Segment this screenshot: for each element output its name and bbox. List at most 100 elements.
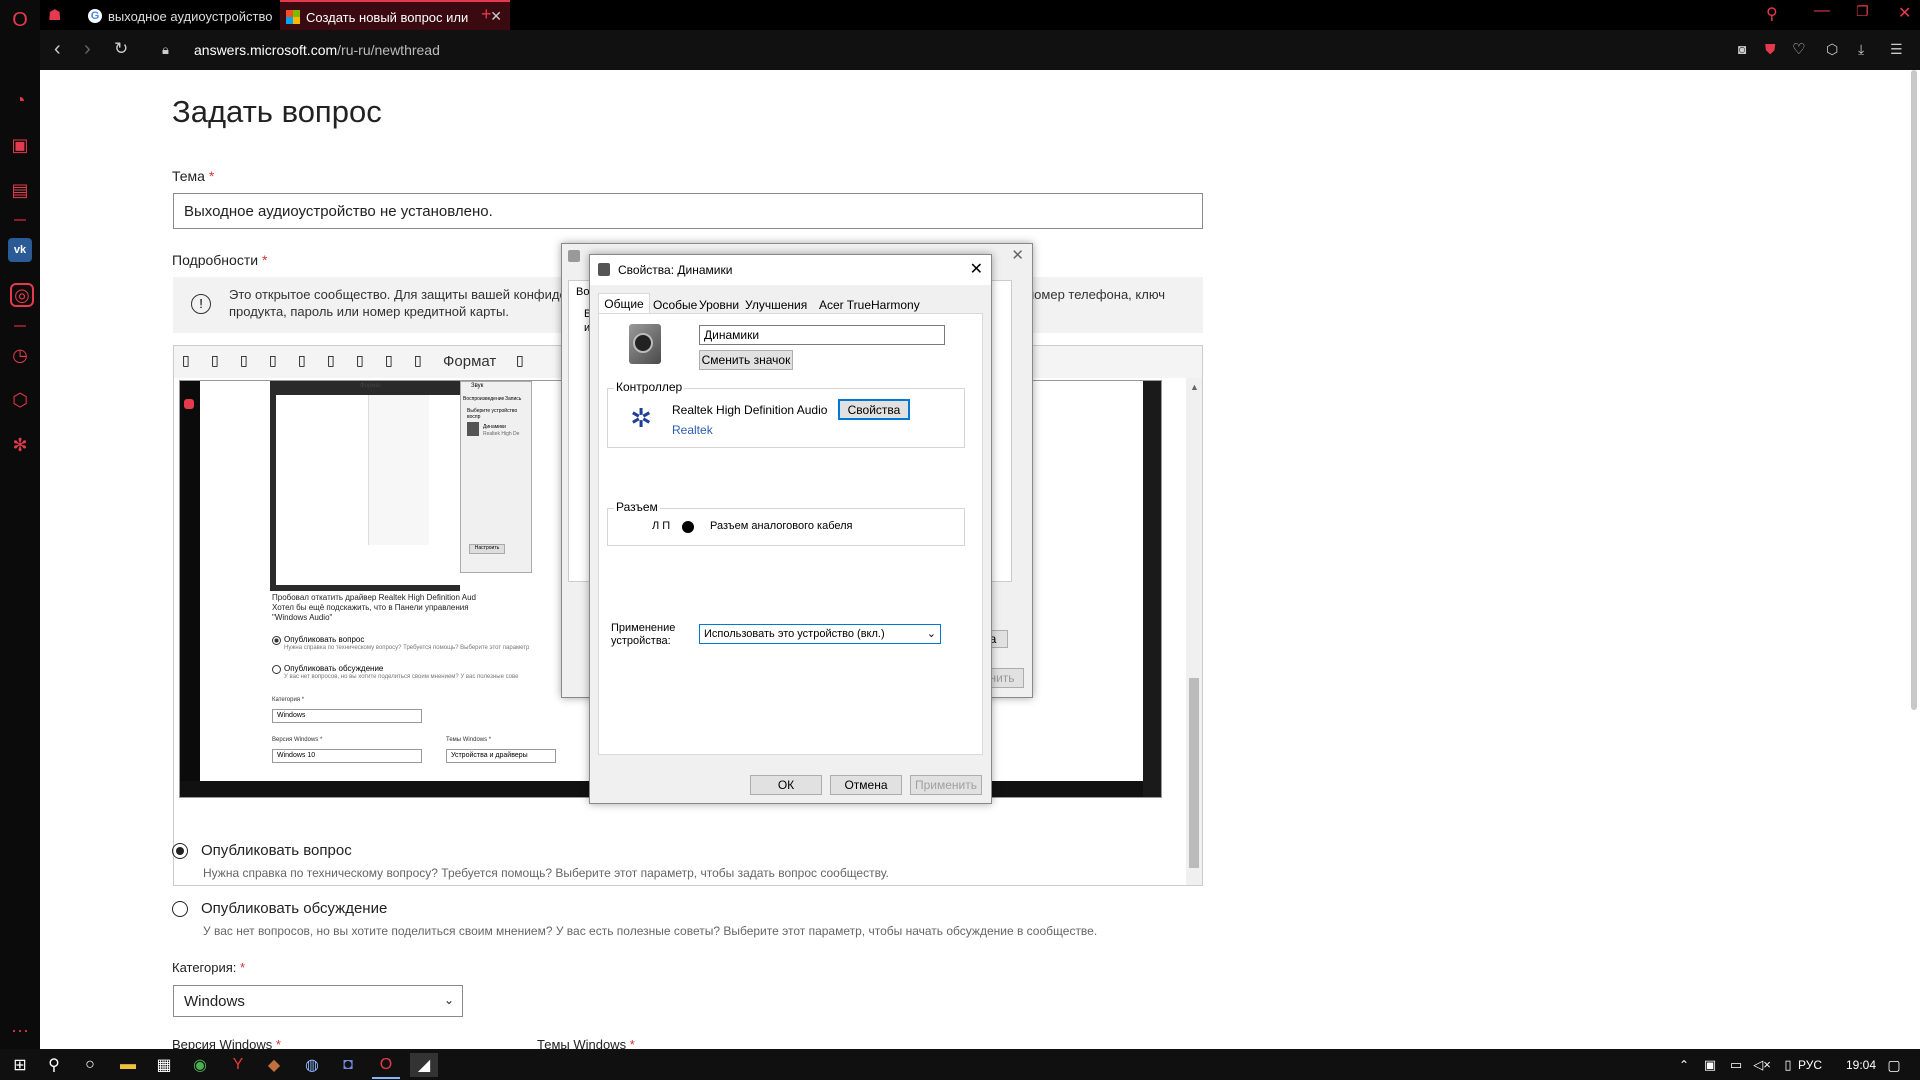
close-window-icon[interactable]: ✕ bbox=[1898, 3, 1911, 23]
tray-app-icon[interactable]: ▣ bbox=[1696, 1053, 1724, 1077]
mini-sidebar bbox=[180, 381, 200, 781]
change-icon-button[interactable]: Сменить значок bbox=[699, 350, 793, 370]
jack-group: Разъем Л П Разъем аналогового кабеля bbox=[607, 500, 965, 546]
extensions-icon[interactable]: ⬡ bbox=[8, 388, 32, 412]
address-bar: ‹ › ↻ 🔒︎ answers.microsoft.com/ru-ru/new… bbox=[40, 30, 1920, 70]
battery-icon[interactable]: ▭ bbox=[1722, 1053, 1750, 1077]
toolbar-italic-icon[interactable]: ▯ bbox=[211, 352, 219, 369]
file-explorer-icon[interactable]: ▬ bbox=[114, 1053, 142, 1077]
shop-icon[interactable]: ▣ bbox=[8, 133, 32, 157]
camera-icon[interactable]: ◙ bbox=[1738, 41, 1746, 57]
history-icon[interactable]: ◷ bbox=[8, 343, 32, 367]
toolbar-image-icon[interactable]: ▯ bbox=[414, 352, 422, 369]
tray-overflow-icon[interactable]: ⌃ bbox=[1670, 1053, 1698, 1077]
mini-hint: Выберите устройство воспр bbox=[467, 408, 518, 420]
tab-title: Создать новый вопрос или bbox=[306, 9, 469, 25]
page-scroll-thumb[interactable] bbox=[1911, 70, 1917, 710]
opera-taskbar-icon[interactable]: O bbox=[372, 1053, 400, 1079]
tab-active[interactable]: Создать новый вопрос или ✕ bbox=[280, 0, 510, 32]
cube-icon[interactable]: ⬡ bbox=[1826, 41, 1838, 58]
windows-start-icon[interactable]: ⊞ bbox=[6, 1053, 34, 1077]
toolbar-more-icon[interactable]: ▯ bbox=[516, 352, 524, 369]
new-tab-button[interactable]: + bbox=[481, 4, 492, 25]
tab-search[interactable]: G выходное аудиоустройство ✕ bbox=[82, 2, 310, 30]
vk-icon[interactable]: vk bbox=[8, 238, 32, 262]
toolbar-bold-icon[interactable]: ▯ bbox=[182, 352, 190, 369]
mini-version-select: Windows 10 bbox=[272, 749, 422, 763]
sound-settings-taskbar-icon[interactable]: ◢ bbox=[410, 1053, 438, 1077]
toolbar-format-menu[interactable]: Формат bbox=[443, 353, 496, 370]
more-icon[interactable]: ··· bbox=[8, 1018, 32, 1042]
mini-radio-desc: Нужна справка по техническому вопросу? Т… bbox=[284, 645, 530, 651]
download-icon[interactable]: ⤓ bbox=[1858, 41, 1864, 58]
dialog-close-icon[interactable]: ✕ bbox=[970, 259, 983, 279]
tab-advanced[interactable]: Особые bbox=[649, 295, 701, 315]
mini-radio-label: Опубликовать обсуждение bbox=[284, 664, 384, 673]
chrome-icon[interactable]: ◉ bbox=[186, 1053, 214, 1077]
settings-icon[interactable]: ✻ bbox=[8, 433, 32, 457]
forward-icon[interactable]: › bbox=[84, 38, 91, 61]
heart-icon[interactable]: ♡ bbox=[1792, 40, 1805, 58]
calculator-icon[interactable]: ▦ bbox=[150, 1053, 178, 1077]
mini-instagram-icon bbox=[184, 399, 194, 409]
device-name-input[interactable]: Динамики bbox=[699, 325, 945, 345]
reload-icon[interactable]: ↻ bbox=[114, 39, 128, 59]
mini-radio-label: Опубликовать вопрос bbox=[284, 635, 365, 644]
close-tab-icon[interactable]: ✕ bbox=[490, 8, 502, 25]
ok-button[interactable]: ОК bbox=[750, 775, 822, 795]
page-scrollbar[interactable] bbox=[1908, 70, 1920, 1049]
back-icon[interactable]: ‹ bbox=[54, 38, 61, 61]
tab-enhancements[interactable]: Улучшения bbox=[741, 295, 811, 315]
speaker-device-icon bbox=[629, 324, 661, 364]
toolbar-underline-icon[interactable]: ▯ bbox=[240, 352, 248, 369]
mini-text: Пробовал откатить драйвер Realtek High D… bbox=[272, 593, 476, 602]
toolbar-outdent-icon[interactable]: ▯ bbox=[356, 352, 364, 369]
windows-taskbar: ⊞ ⚲ ○ ▬ ▦ ◉ Y ◆ ◍ ◘ O ◢ ⌃ ▣ ▭ ◁× ▯ РУС 1… bbox=[0, 1049, 1920, 1080]
app-icon[interactable]: ◆ bbox=[260, 1053, 288, 1077]
notice-text-end: номер телефона, ключ bbox=[1027, 287, 1166, 302]
category-select[interactable]: Windows ⌄ bbox=[173, 985, 463, 1017]
instagram-icon[interactable]: ◎ bbox=[10, 283, 34, 307]
restore-icon[interactable]: ❐ bbox=[1856, 3, 1869, 20]
toolbar-list-icon[interactable]: ▯ bbox=[269, 352, 277, 369]
url-field[interactable]: answers.microsoft.com/ru-ru/newthread bbox=[194, 42, 440, 58]
notifications-icon[interactable]: ▢ bbox=[1880, 1053, 1908, 1077]
tab-levels[interactable]: Уровни bbox=[695, 295, 743, 315]
speed-dial-icon[interactable]: ◔ bbox=[8, 88, 32, 112]
scroll-up-icon[interactable]: ▲ bbox=[1190, 382, 1199, 392]
tab-acer-trueharmony[interactable]: Acer TrueHarmony bbox=[815, 295, 924, 315]
editor-scrollbar[interactable]: ▲ bbox=[1186, 378, 1202, 885]
toolbar-link-icon[interactable]: ▯ bbox=[385, 352, 393, 369]
clock[interactable]: 19:04 bbox=[1846, 1058, 1876, 1072]
mini-dialog-title: Звук bbox=[471, 383, 484, 389]
toolbar-numbered-icon[interactable]: ▯ bbox=[298, 352, 306, 369]
tab-general[interactable]: Общие bbox=[598, 293, 650, 314]
vpn-shield-icon[interactable]: ⛊ bbox=[1765, 41, 1776, 58]
search-tabs-icon[interactable]: ⚲ bbox=[1766, 4, 1778, 24]
twitch-icon[interactable]: ▤ bbox=[8, 178, 32, 202]
subject-input[interactable]: Выходное аудиоустройство не установлено. bbox=[173, 193, 1203, 229]
input-language[interactable]: РУС bbox=[1798, 1058, 1822, 1072]
apply-button[interactable]: Применить bbox=[910, 775, 982, 795]
scroll-thumb[interactable] bbox=[1189, 678, 1199, 868]
opera-logo-icon[interactable]: O bbox=[8, 8, 32, 32]
radio-publish-question[interactable] bbox=[172, 843, 188, 859]
volume-muted-icon[interactable]: ◁× bbox=[1748, 1053, 1776, 1077]
sound-dialog-close-icon[interactable]: ✕ bbox=[1011, 246, 1024, 264]
cancel-button[interactable]: Отмена bbox=[830, 775, 902, 795]
menu-icon[interactable]: ☰ bbox=[1890, 41, 1903, 58]
steam-icon[interactable]: ◍ bbox=[298, 1053, 326, 1077]
jack-description: Разъем аналогового кабеля bbox=[710, 520, 853, 532]
search-icon[interactable]: ⚲ bbox=[40, 1053, 68, 1077]
toolbar-indent-icon[interactable]: ▯ bbox=[327, 352, 335, 369]
device-usage-select[interactable]: Использовать это устройство (вкл.) ⌄ bbox=[699, 624, 941, 644]
yandex-icon[interactable]: Y bbox=[224, 1053, 252, 1077]
discord-icon[interactable]: ◘ bbox=[334, 1053, 362, 1077]
cortana-icon[interactable]: ○ bbox=[76, 1053, 104, 1077]
minimize-icon[interactable]: — bbox=[1814, 2, 1830, 20]
radio-publish-discussion[interactable] bbox=[172, 901, 188, 917]
device-usage-label: Применение устройства: bbox=[611, 622, 676, 647]
controller-properties-button[interactable]: Свойства bbox=[838, 399, 910, 420]
gamepad-icon[interactable]: ☗ bbox=[48, 6, 61, 24]
controller-vendor-link[interactable]: Realtek bbox=[672, 423, 713, 437]
